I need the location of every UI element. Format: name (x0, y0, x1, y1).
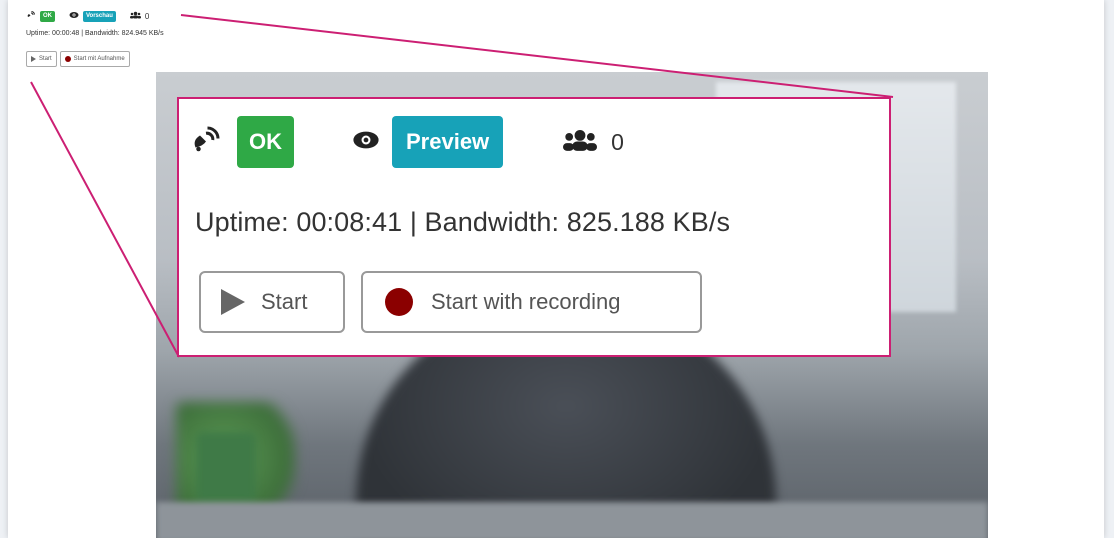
zoom-button-group: Start Start with recording (199, 271, 702, 333)
start-button-label: Start (261, 289, 308, 314)
zoom-callout: OK Preview 0 Uptime: 00:08:41 | Bandwidt… (177, 97, 891, 357)
desk (156, 502, 988, 538)
green-mug (196, 432, 256, 502)
viewer-count: 0 (144, 11, 150, 21)
start-button[interactable]: Start (199, 271, 345, 333)
users-icon (563, 128, 598, 157)
viewer-count: 0 (611, 128, 624, 155)
zoom-status-bar: OK Preview 0 (191, 116, 624, 168)
users-icon (129, 11, 141, 21)
broadcast-icon (191, 125, 221, 160)
play-icon (31, 56, 36, 62)
play-icon (221, 289, 245, 315)
status-ok-badge: OK (40, 10, 55, 22)
start-button[interactable]: Start (26, 51, 57, 67)
uptime-bandwidth-text: Uptime: 00:00:48 | Bandwidth: 824.945 KB… (26, 30, 164, 37)
start-button-label: Start (39, 56, 52, 62)
status-preview-badge: Preview (392, 116, 504, 168)
start-recording-label: Start mit Aufnahme (73, 56, 125, 62)
record-icon (64, 56, 71, 62)
start-recording-label: Start with recording (431, 289, 621, 314)
mini-status-bar: OK Vorschau 0 (26, 9, 149, 23)
eye-icon (352, 129, 380, 156)
broadcast-icon (26, 10, 36, 22)
record-icon (385, 288, 413, 316)
status-ok-badge: OK (237, 116, 294, 168)
uptime-bandwidth-text: Uptime: 00:08:41 | Bandwidth: 825.188 KB… (195, 207, 731, 237)
eye-icon (69, 11, 79, 21)
start-recording-button[interactable]: Start with recording (361, 271, 702, 333)
status-preview-badge: Vorschau (83, 10, 116, 22)
start-recording-button[interactable]: Start mit Aufnahme (59, 51, 130, 67)
mini-button-group: Start Start mit Aufnahme (26, 51, 133, 67)
